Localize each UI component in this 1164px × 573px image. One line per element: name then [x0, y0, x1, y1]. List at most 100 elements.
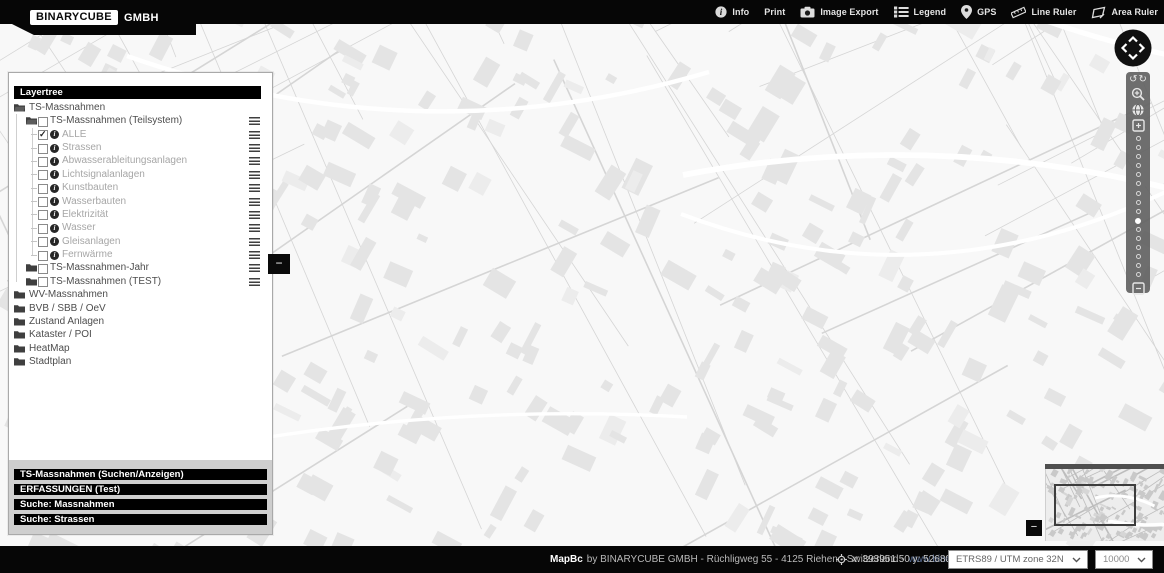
- toolbar-print[interactable]: Print: [764, 7, 785, 17]
- search-panel-bar[interactable]: TS-Massnahmen (Suchen/Anzeigen): [14, 469, 267, 480]
- redo-icon[interactable]: ↻: [1139, 75, 1147, 85]
- overview-collapse-button[interactable]: −: [1026, 520, 1042, 536]
- layer-info-icon[interactable]: i: [50, 130, 59, 139]
- layer-row[interactable]: BVB / SBB / OeV: [9, 302, 272, 315]
- search-panel-bar[interactable]: Suche: Strassen: [14, 514, 267, 525]
- layer-info-icon[interactable]: i: [50, 237, 59, 246]
- layer-checkbox[interactable]: [38, 157, 48, 167]
- layer-checkbox[interactable]: [38, 251, 48, 261]
- layer-info-icon[interactable]: i: [50, 170, 59, 179]
- layer-checkbox[interactable]: [38, 117, 48, 127]
- pan-control[interactable]: [1114, 29, 1152, 67]
- layer-label: Stadtplan: [29, 356, 71, 367]
- layer-row[interactable]: TS-Massnahmen-Jahr: [9, 261, 272, 274]
- layer-checkbox[interactable]: [38, 184, 48, 194]
- layer-checkbox[interactable]: [38, 210, 48, 220]
- layer-checkbox[interactable]: [38, 277, 48, 287]
- layer-menu-icon[interactable]: [249, 184, 260, 192]
- layer-row[interactable]: TS-Massnahmen: [9, 101, 272, 114]
- zoom-out-box-icon[interactable]: [1132, 282, 1145, 295]
- search-panel-bar[interactable]: ERFASSUNGEN (Test): [14, 484, 267, 495]
- layer-row[interactable]: WV-Massnahmen: [9, 288, 272, 301]
- scale-select[interactable]: 10000: [1095, 550, 1153, 569]
- toolbar-gps[interactable]: GPS: [961, 5, 996, 19]
- layer-checkbox[interactable]: [38, 237, 48, 247]
- zoom-level-dot[interactable]: [1136, 263, 1141, 268]
- layer-row[interactable]: iStrassen: [9, 141, 272, 154]
- zoom-level-dot[interactable]: [1136, 272, 1141, 277]
- layer-checkbox[interactable]: [38, 224, 48, 234]
- toolbar-info[interactable]: iInfo: [715, 6, 749, 18]
- layer-menu-icon[interactable]: [249, 238, 260, 246]
- zoom-level-dot[interactable]: [1136, 145, 1141, 150]
- zoom-level-dot[interactable]: [1136, 136, 1141, 141]
- zoom-level-dot[interactable]: [1136, 236, 1141, 241]
- layer-checkbox[interactable]: [38, 264, 48, 274]
- search-panel-bar[interactable]: Suche: Massnahmen: [14, 499, 267, 510]
- layer-label: Strassen: [62, 142, 101, 153]
- panel-collapse-button[interactable]: −: [268, 254, 290, 274]
- layer-row[interactable]: HeatMap: [9, 342, 272, 355]
- layer-checkbox[interactable]: [38, 144, 48, 154]
- toolbar-line-ruler[interactable]: Line Ruler: [1011, 6, 1076, 19]
- undo-icon[interactable]: ↺: [1129, 75, 1137, 85]
- toolbar-area-ruler[interactable]: Area Ruler: [1091, 6, 1158, 19]
- layer-row[interactable]: TS-Massnahmen (TEST): [9, 275, 272, 288]
- layer-checkbox[interactable]: [38, 170, 48, 180]
- layer-row[interactable]: iElektrizität: [9, 208, 272, 221]
- zoom-level-dot[interactable]: [1136, 227, 1141, 232]
- layer-row[interactable]: iFernwärme: [9, 248, 272, 261]
- overview-extent[interactable]: [1054, 484, 1136, 526]
- layer-info-icon[interactable]: i: [50, 144, 59, 153]
- layer-menu-icon[interactable]: [249, 278, 260, 286]
- zoom-level-dot[interactable]: [1136, 245, 1141, 250]
- zoom-world-icon[interactable]: [1131, 103, 1145, 117]
- zoom-level-dot[interactable]: [1136, 254, 1141, 259]
- layer-row[interactable]: Zustand Anlagen: [9, 315, 272, 328]
- layer-info-icon[interactable]: i: [50, 184, 59, 193]
- toolbar-label: Line Ruler: [1031, 7, 1076, 17]
- toolbar-legend[interactable]: Legend: [894, 6, 947, 18]
- layer-checkbox[interactable]: [38, 197, 48, 207]
- layer-row[interactable]: iAbwasserableitungsanlagen: [9, 154, 272, 167]
- zoom-level-dot[interactable]: [1136, 163, 1141, 168]
- layer-info-icon[interactable]: i: [50, 157, 59, 166]
- layer-label: ALLE: [62, 129, 86, 140]
- layer-menu-icon[interactable]: [249, 224, 260, 232]
- crs-select[interactable]: ETRS89 / UTM zone 32N: [948, 550, 1088, 569]
- zoom-level-dot[interactable]: [1136, 181, 1141, 186]
- layer-row[interactable]: iGleisanlagen: [9, 235, 272, 248]
- layer-info-icon[interactable]: i: [50, 210, 59, 219]
- zoom-level-dot[interactable]: [1136, 172, 1141, 177]
- layer-row[interactable]: TS-Massnahmen (Teilsystem): [9, 114, 272, 127]
- layer-menu-icon[interactable]: [249, 131, 260, 139]
- layer-menu-icon[interactable]: [249, 251, 260, 259]
- zoom-level-dot[interactable]: [1136, 191, 1141, 196]
- zoom-box-icon[interactable]: [1132, 119, 1145, 132]
- layer-checkbox[interactable]: [38, 130, 48, 140]
- zoom-in-icon[interactable]: [1131, 87, 1145, 101]
- layer-info-icon[interactable]: i: [50, 251, 59, 260]
- zoom-level-dot[interactable]: [1136, 209, 1141, 214]
- layer-row[interactable]: iWasserbauten: [9, 195, 272, 208]
- zoom-level-dot-active[interactable]: [1135, 218, 1141, 224]
- layer-menu-icon[interactable]: [249, 264, 260, 272]
- layer-info-icon[interactable]: i: [50, 224, 59, 233]
- layer-row[interactable]: Kataster / POI: [9, 328, 272, 341]
- layer-info-icon[interactable]: i: [50, 197, 59, 206]
- layer-menu-icon[interactable]: [249, 171, 260, 179]
- overview-body[interactable]: [1045, 469, 1164, 541]
- zoom-level-dot[interactable]: [1136, 154, 1141, 159]
- layer-menu-icon[interactable]: [249, 211, 260, 219]
- toolbar-image-export[interactable]: Image Export: [800, 6, 878, 18]
- layer-row[interactable]: iLichtsignalanlagen: [9, 168, 272, 181]
- layer-row[interactable]: iWasser: [9, 221, 272, 234]
- layer-row[interactable]: Stadtplan: [9, 355, 272, 368]
- layer-menu-icon[interactable]: [249, 157, 260, 165]
- layer-row[interactable]: iALLE: [9, 128, 272, 141]
- zoom-level-dot[interactable]: [1136, 200, 1141, 205]
- layer-row[interactable]: iKunstbauten: [9, 181, 272, 194]
- layer-menu-icon[interactable]: [249, 198, 260, 206]
- layer-menu-icon[interactable]: [249, 117, 260, 125]
- layer-menu-icon[interactable]: [249, 144, 260, 152]
